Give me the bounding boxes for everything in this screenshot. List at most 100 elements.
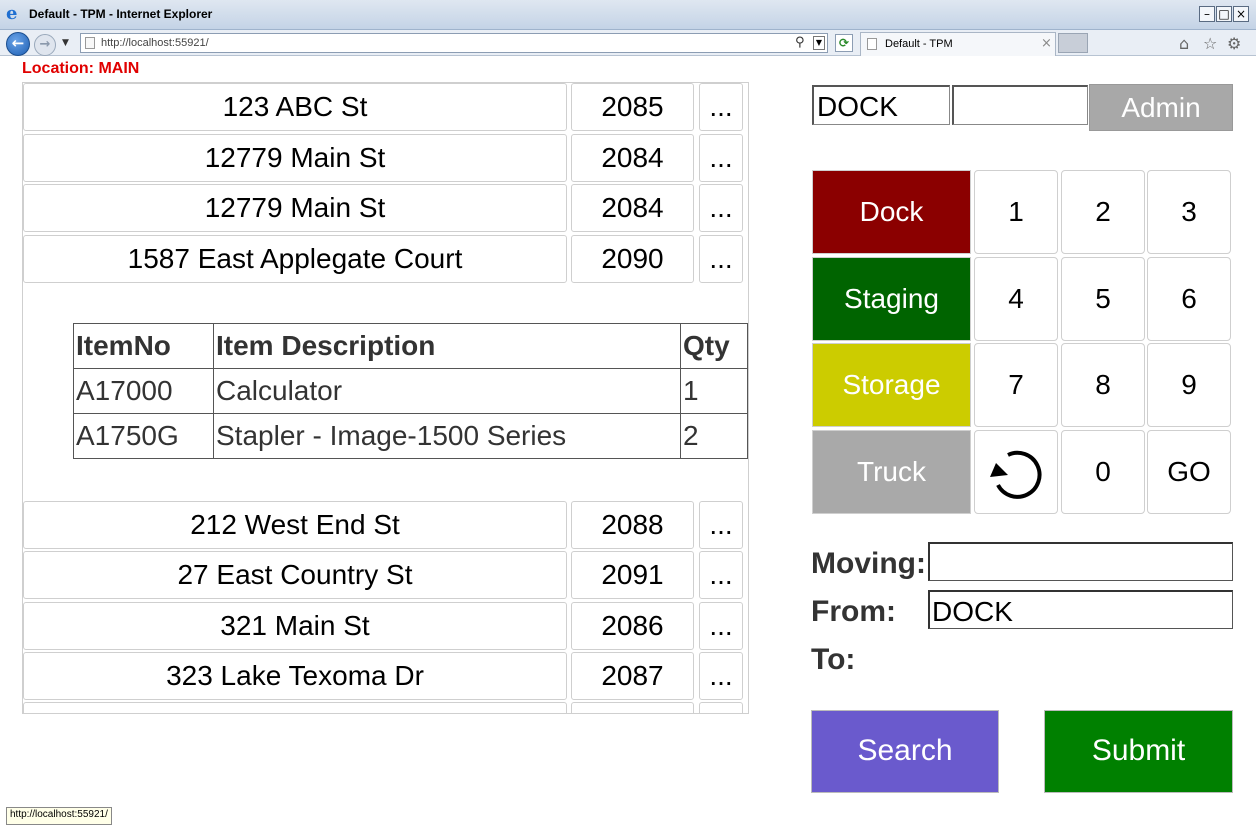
table-row: A17000 Calculator 1 [73,368,748,414]
dock-button[interactable]: Dock [812,170,971,254]
order-more-button[interactable]: ... [699,235,743,283]
truck-button[interactable]: Truck [812,430,971,514]
order-address-button[interactable]: 27 East Country St [23,551,567,599]
storage-button[interactable]: Storage [812,343,971,427]
list-item: 27 East Country St 2091 ... [23,551,748,599]
address-dropdown-icon[interactable]: ▼ [813,36,825,50]
key-2[interactable]: 2 [1061,170,1145,254]
undo-button[interactable] [974,430,1058,514]
order-number-button[interactable]: 2087 [571,652,694,700]
moving-label: Moving: [811,547,926,580]
item-qty-cell: 1 [680,368,748,414]
list-item: 12779 Main St 2084 ... [23,184,748,232]
order-items-table: ItemNo Item Description Qty A17000 Calcu… [73,323,748,459]
moving-input[interactable] [928,542,1233,581]
order-address-button[interactable]: 12779 Main St [23,134,567,182]
staging-button[interactable]: Staging [812,257,971,341]
order-address-button[interactable]: 212 West End St [23,501,567,549]
from-label: From: [811,595,896,628]
order-number-button[interactable]: 2084 [571,184,694,232]
order-more-button[interactable]: ... [699,134,743,182]
window-titlebar: e Default - TPM - Internet Explorer – □ … [0,0,1256,30]
order-address-button[interactable]: 123 ABC St [23,83,567,131]
key-6[interactable]: 6 [1147,257,1231,341]
order-more-button[interactable]: ... [699,602,743,650]
status-bar-url: http://localhost:55921/ [6,807,112,825]
list-item: 212 West End St 2088 ... [23,501,748,549]
list-item: 323 Lake Texoma Dr 2087 ... [23,652,748,700]
order-more-button[interactable]: ... [699,184,743,232]
key-3[interactable]: 3 [1147,170,1231,254]
tab-title: Default - TPM [885,38,953,50]
table-header-row: ItemNo Item Description Qty [73,323,748,369]
order-more-button[interactable] [699,702,743,713]
gear-icon[interactable]: ⚙ [1227,34,1241,53]
order-more-button[interactable]: ... [699,83,743,131]
go-button[interactable]: GO [1147,430,1231,514]
order-address-button[interactable]: 1587 East Applegate Court [23,235,567,283]
order-number-button[interactable]: 2090 [571,235,694,283]
order-address-button[interactable]: 321 Main St [23,602,567,650]
item-number-cell: A1750G [73,413,214,459]
list-item: 1587 East Applegate Court 2090 ... [23,235,748,283]
search-button[interactable]: Search [811,710,999,793]
order-address-button[interactable] [23,702,567,713]
order-more-button[interactable]: ... [699,551,743,599]
item-description-cell: Calculator [213,368,681,414]
admin-button[interactable]: Admin [1089,84,1233,131]
from-input[interactable]: DOCK [928,590,1233,629]
order-address-button[interactable]: 12779 Main St [23,184,567,232]
navigation-bar: ← → ▼ http://localhost:55921/ ⚲ ▼ ⟳ Defa… [0,30,1256,56]
refresh-icon[interactable]: ⟳ [835,34,853,52]
item-number-cell: A17000 [73,368,214,414]
order-more-button[interactable]: ... [699,652,743,700]
key-8[interactable]: 8 [1061,343,1145,427]
list-item-partial [23,702,748,713]
ie-logo-icon: e [6,3,18,24]
search-icon[interactable]: ⚲ [795,35,805,50]
item-qty-cell: 2 [680,413,748,459]
order-number-button[interactable]: 2091 [571,551,694,599]
list-item: 321 Main St 2086 ... [23,602,748,650]
location-label: Location: MAIN [22,60,140,77]
maximize-button[interactable]: □ [1216,6,1232,22]
browser-tab[interactable]: Default - TPM × [860,32,1056,56]
order-number-button[interactable]: 2084 [571,134,694,182]
list-item: 123 ABC St 2085 ... [23,83,748,131]
key-9[interactable]: 9 [1147,343,1231,427]
order-number-button[interactable]: 2086 [571,602,694,650]
history-dropdown-icon[interactable]: ▼ [62,38,69,48]
column-header: ItemNo [73,323,214,369]
page-icon [85,37,95,49]
order-number-button[interactable]: 2088 [571,501,694,549]
minimize-button[interactable]: – [1199,6,1215,22]
key-0[interactable]: 0 [1061,430,1145,514]
column-header: Qty [680,323,748,369]
new-tab-button[interactable] [1058,33,1088,53]
order-address-button[interactable]: 323 Lake Texoma Dr [23,652,567,700]
back-icon[interactable]: ← [6,32,30,56]
home-icon[interactable]: ⌂ [1179,34,1189,53]
item-description-cell: Stapler - Image-1500 Series [213,413,681,459]
key-4[interactable]: 4 [974,257,1058,341]
to-label: To: [811,643,856,676]
forward-icon[interactable]: → [34,34,56,56]
submit-button[interactable]: Submit [1044,710,1233,793]
table-row: A1750G Stapler - Image-1500 Series 2 [73,413,748,459]
address-bar[interactable]: http://localhost:55921/ ⚲ ▼ [80,33,828,53]
location-input[interactable]: DOCK [812,85,950,125]
key-1[interactable]: 1 [974,170,1058,254]
address-text[interactable]: http://localhost:55921/ [101,37,209,49]
key-7[interactable]: 7 [974,343,1058,427]
favorites-star-icon[interactable]: ☆ [1203,34,1217,53]
order-number-button[interactable] [571,702,694,713]
rotate-ccw-icon [990,450,1042,499]
close-tab-icon[interactable]: × [1041,36,1052,51]
order-number-button[interactable]: 2085 [571,83,694,131]
order-more-button[interactable]: ... [699,501,743,549]
list-item: 12779 Main St 2084 ... [23,134,748,182]
key-5[interactable]: 5 [1061,257,1145,341]
orders-list[interactable]: 123 ABC St 2085 ... 12779 Main St 2084 .… [22,82,749,714]
code-input[interactable] [952,85,1088,125]
close-window-button[interactable]: × [1233,6,1249,22]
